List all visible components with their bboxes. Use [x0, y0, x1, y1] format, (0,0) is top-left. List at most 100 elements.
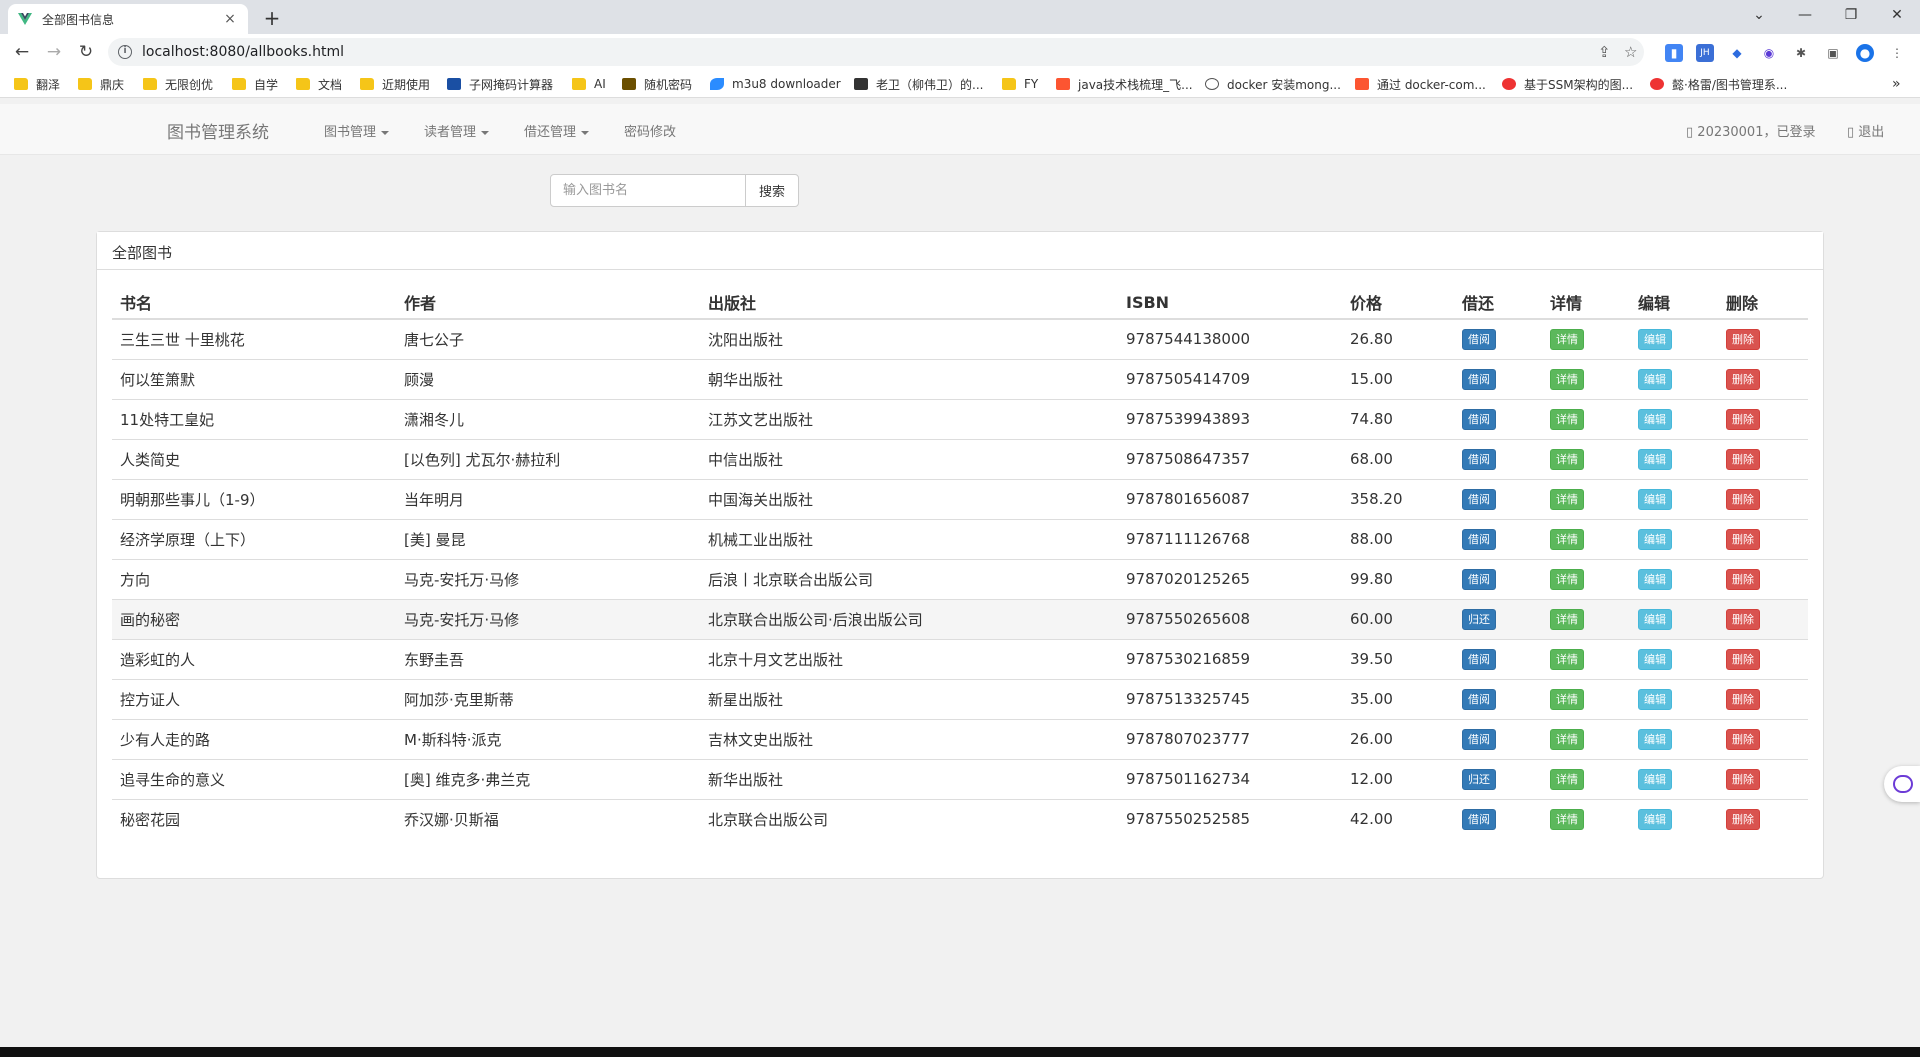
edit-button[interactable]: 编辑 — [1638, 688, 1672, 710]
detail-button[interactable]: 详情 — [1550, 528, 1584, 550]
browser-tab[interactable]: 全部图书信息 × — [8, 4, 248, 34]
detail-button[interactable]: 详情 — [1550, 328, 1584, 350]
edit-button[interactable]: 编辑 — [1638, 488, 1672, 510]
book-search-input[interactable] — [550, 174, 746, 207]
edit-button[interactable]: 编辑 — [1638, 408, 1672, 430]
bookmark-item[interactable]: 随机密码 — [622, 75, 692, 93]
bookmark-item[interactable]: 近期使用 — [360, 75, 430, 93]
nav-book-management[interactable]: 图书管理 — [324, 121, 390, 140]
user-status[interactable]: ▯ 20230001，已登录 — [1686, 121, 1815, 140]
restore-icon[interactable]: ❐ — [1828, 0, 1874, 30]
delete-button[interactable]: 删除 — [1726, 768, 1760, 790]
detail-button[interactable]: 详情 — [1550, 488, 1584, 510]
borrow-button[interactable]: 借阅 — [1462, 368, 1496, 390]
extensions-puzzle-icon[interactable]: ✱ — [1792, 44, 1810, 62]
detail-button[interactable]: 详情 — [1550, 808, 1584, 830]
extension-chart-icon[interactable]: ▮ — [1665, 44, 1683, 62]
profile-avatar[interactable]: ● — [1856, 44, 1874, 62]
detail-button[interactable]: 详情 — [1550, 648, 1584, 670]
bookmark-item[interactable]: 鼎庆 — [78, 75, 124, 93]
detail-button[interactable]: 详情 — [1550, 688, 1584, 710]
return-button[interactable]: 归还 — [1462, 608, 1496, 630]
detail-button[interactable]: 详情 — [1550, 728, 1584, 750]
browser-menu-icon[interactable]: ⋮ — [1888, 44, 1906, 62]
bookmark-star-icon[interactable]: ☆ — [1624, 38, 1637, 66]
detail-button[interactable]: 详情 — [1550, 368, 1584, 390]
bookmark-item[interactable]: FY — [1002, 75, 1038, 93]
search-button[interactable]: 搜索 — [745, 174, 799, 207]
edit-button[interactable]: 编辑 — [1638, 768, 1672, 790]
bookmark-item[interactable]: 基于SSM架构的图... — [1502, 75, 1633, 93]
extension-bot-icon[interactable]: ◉ — [1760, 44, 1778, 62]
delete-button[interactable]: 删除 — [1726, 488, 1760, 510]
new-tab-button[interactable]: + — [258, 5, 286, 33]
bookmark-item[interactable]: 翻泽 — [14, 75, 60, 93]
edit-button[interactable]: 编辑 — [1638, 528, 1672, 550]
forward-icon[interactable]: → — [42, 40, 66, 64]
bookmark-item[interactable]: 文档 — [296, 75, 342, 93]
site-info-icon[interactable]: i — [118, 45, 132, 59]
edit-button[interactable]: 编辑 — [1638, 448, 1672, 470]
borrow-button[interactable]: 借阅 — [1462, 648, 1496, 670]
bookmark-item[interactable]: 自学 — [232, 75, 278, 93]
edit-button[interactable]: 编辑 — [1638, 808, 1672, 830]
share-icon[interactable]: ⇪ — [1598, 38, 1611, 66]
edit-button[interactable]: 编辑 — [1638, 728, 1672, 750]
delete-button[interactable]: 删除 — [1726, 808, 1760, 830]
app-brand[interactable]: 图书管理系统 — [167, 118, 269, 143]
delete-button[interactable]: 删除 — [1726, 728, 1760, 750]
delete-button[interactable]: 删除 — [1726, 648, 1760, 670]
nav-reader-management[interactable]: 读者管理 — [424, 121, 490, 140]
delete-button[interactable]: 删除 — [1726, 568, 1760, 590]
edit-button[interactable]: 编辑 — [1638, 328, 1672, 350]
nav-borrow-management[interactable]: 借还管理 — [524, 121, 590, 140]
bookmark-item[interactable]: 通过 docker-com... — [1355, 75, 1486, 93]
borrow-button[interactable]: 借阅 — [1462, 328, 1496, 350]
nav-change-password[interactable]: 密码修改 — [624, 121, 676, 140]
delete-button[interactable]: 删除 — [1726, 448, 1760, 470]
borrow-button[interactable]: 借阅 — [1462, 488, 1496, 510]
bookmark-item[interactable]: 老卫（柳伟卫）的... — [854, 75, 983, 93]
borrow-button[interactable]: 借阅 — [1462, 568, 1496, 590]
borrow-button[interactable]: 借阅 — [1462, 528, 1496, 550]
minimize-icon[interactable]: — — [1782, 0, 1828, 30]
tab-search-icon[interactable]: ⌄ — [1736, 0, 1782, 30]
reload-icon[interactable]: ↻ — [74, 40, 98, 64]
return-button[interactable]: 归还 — [1462, 768, 1496, 790]
detail-button[interactable]: 详情 — [1550, 768, 1584, 790]
address-bar[interactable]: i localhost:8080/allbooks.html ⇪ ☆ — [108, 38, 1644, 66]
delete-button[interactable]: 删除 — [1726, 408, 1760, 430]
detail-button[interactable]: 详情 — [1550, 608, 1584, 630]
tab-close-icon[interactable]: × — [222, 11, 238, 27]
bookmark-item[interactable]: m3u8 downloader — [710, 75, 841, 93]
bookmark-item[interactable]: 懿·格雷/图书管理系... — [1650, 75, 1787, 93]
bookmark-item[interactable]: 无限创优 — [143, 75, 213, 93]
borrow-button[interactable]: 借阅 — [1462, 808, 1496, 830]
close-window-icon[interactable]: ✕ — [1874, 0, 1920, 30]
bookmark-item[interactable]: 子网掩码计算器 — [447, 75, 553, 93]
edit-button[interactable]: 编辑 — [1638, 568, 1672, 590]
borrow-button[interactable]: 借阅 — [1462, 448, 1496, 470]
borrow-button[interactable]: 借阅 — [1462, 688, 1496, 710]
detail-button[interactable]: 详情 — [1550, 568, 1584, 590]
bookmark-item[interactable]: docker 安装mong... — [1205, 75, 1341, 93]
back-icon[interactable]: ← — [10, 40, 34, 64]
extension-jh-icon[interactable]: JH — [1696, 44, 1714, 62]
detail-button[interactable]: 详情 — [1550, 448, 1584, 470]
edit-button[interactable]: 编辑 — [1638, 648, 1672, 670]
edit-button[interactable]: 编辑 — [1638, 368, 1672, 390]
delete-button[interactable]: 删除 — [1726, 528, 1760, 550]
borrow-button[interactable]: 借阅 — [1462, 728, 1496, 750]
edit-button[interactable]: 编辑 — [1638, 608, 1672, 630]
side-panel-icon[interactable]: ▣ — [1824, 44, 1842, 62]
logout-link[interactable]: ▯ 退出 — [1847, 121, 1884, 140]
delete-button[interactable]: 删除 — [1726, 368, 1760, 390]
bookmark-item[interactable]: AI — [572, 75, 606, 93]
extension-shield-icon[interactable]: ◆ — [1728, 44, 1746, 62]
delete-button[interactable]: 删除 — [1726, 608, 1760, 630]
bookmarks-more-button[interactable]: » — [1892, 75, 1901, 93]
detail-button[interactable]: 详情 — [1550, 408, 1584, 430]
assistant-float-button[interactable] — [1884, 766, 1920, 802]
bookmark-item[interactable]: java技术栈梳理_飞... — [1056, 75, 1193, 93]
borrow-button[interactable]: 借阅 — [1462, 408, 1496, 430]
